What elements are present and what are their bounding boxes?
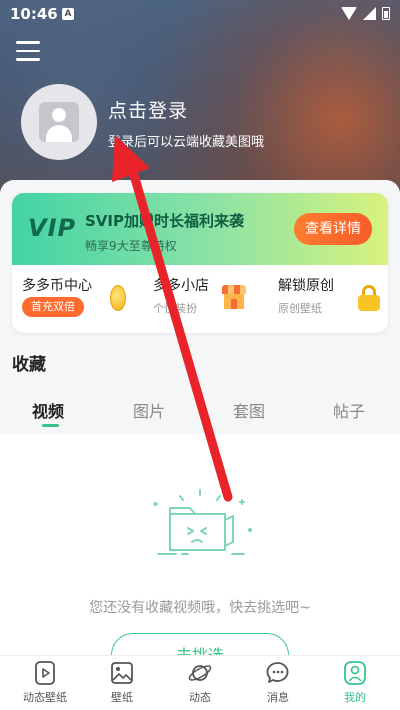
coin-icon	[110, 285, 126, 311]
feature-subtitle: 个性装扮	[153, 302, 197, 315]
login-button[interactable]: 点击登录	[108, 96, 188, 123]
signal-icon	[363, 7, 376, 20]
vip-subtitle: 畅享9大至尊特权	[85, 239, 177, 253]
feature-title: 多多币中心	[22, 278, 92, 294]
shop-icon	[222, 285, 246, 309]
feature-shop[interactable]: 多多小店 个性装扮	[143, 265, 268, 333]
feature-title: 解锁原创	[278, 278, 334, 294]
nav-live-wallpaper[interactable]: 动态壁纸	[5, 660, 85, 705]
status-bar: 10:46 A	[0, 0, 400, 28]
login-subtitle: 登录后可以云端收藏美图哦	[108, 135, 265, 150]
feature-title: 多多小店	[153, 278, 209, 294]
active-tab-indicator	[42, 424, 59, 427]
person-icon	[344, 661, 366, 685]
nav-label: 我的	[344, 691, 366, 704]
lock-icon	[358, 285, 380, 311]
nav-me[interactable]: 我的	[315, 660, 395, 705]
nav-messages[interactable]: 消息	[238, 660, 318, 705]
status-icons	[341, 7, 390, 20]
status-time: 10:46	[10, 5, 58, 23]
empty-message: 您还没有收藏视频哦，快去挑选吧~	[89, 600, 311, 616]
nav-label: 动态	[189, 691, 211, 704]
empty-folder-icon	[153, 489, 252, 555]
message-bubble-icon	[266, 662, 289, 683]
nav-label: 壁纸	[111, 691, 133, 704]
vip-banner[interactable]: VIP SVIP加赠时长福利来袭 畅享9大至尊特权 查看详情	[12, 193, 388, 265]
feature-unlock-original[interactable]: 解锁原创 原创壁纸	[268, 265, 388, 333]
vip-details-button[interactable]: 查看详情	[294, 213, 372, 245]
tab-images[interactable]: 图片	[133, 398, 165, 422]
avatar[interactable]	[21, 84, 97, 160]
planet-icon	[188, 665, 212, 681]
tab-video[interactable]: 视频	[32, 398, 64, 422]
wifi-icon	[341, 7, 357, 20]
feature-subtitle: 原创壁纸	[278, 302, 322, 315]
battery-icon	[382, 7, 390, 20]
vip-card: VIP SVIP加赠时长福利来袭 畅享9大至尊特权 查看详情 多多币中心 首充双…	[12, 193, 388, 333]
notification-icon: A	[62, 8, 74, 20]
menu-icon[interactable]	[16, 41, 40, 61]
play-video-icon	[35, 661, 55, 685]
feature-coin-center[interactable]: 多多币中心 首充双倍	[12, 265, 137, 333]
collection-title: 收藏	[12, 355, 46, 375]
vip-title: SVIP加赠时长福利来袭	[85, 212, 244, 230]
image-icon	[111, 662, 133, 684]
bottom-navigation: 动态壁纸 壁纸 动态 消息 我的	[0, 655, 400, 710]
nav-label: 消息	[267, 691, 289, 704]
tab-sets[interactable]: 套图	[233, 398, 265, 422]
default-user-icon	[39, 102, 79, 142]
tab-posts[interactable]: 帖子	[333, 398, 365, 422]
nav-wallpaper[interactable]: 壁纸	[82, 660, 162, 705]
feature-badge: 首充双倍	[22, 297, 84, 317]
nav-label: 动态壁纸	[23, 691, 67, 704]
collection-tabs: 视频 图片 套图 帖子	[0, 392, 400, 434]
nav-feed[interactable]: 动态	[160, 660, 240, 705]
vip-logo: VIP	[28, 214, 77, 242]
